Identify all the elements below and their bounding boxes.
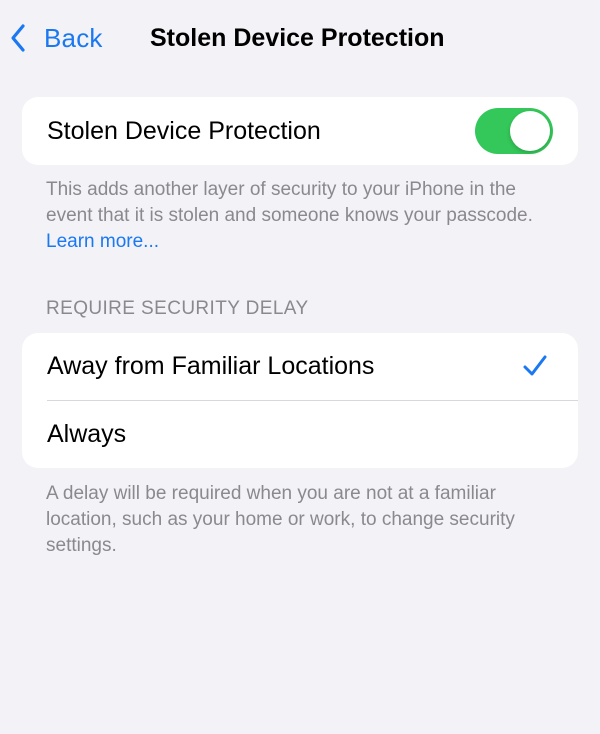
- option-label: Always: [47, 420, 127, 448]
- back-button[interactable]: Back: [10, 18, 103, 58]
- protection-footer-text: This adds another layer of security to y…: [46, 179, 533, 226]
- protection-description: This adds another layer of security to y…: [46, 177, 566, 255]
- option-label: Away from Familiar Locations: [47, 352, 375, 380]
- security-delay-description: A delay will be required when you are no…: [46, 483, 515, 556]
- option-always[interactable]: Always: [22, 401, 578, 468]
- protection-label: Stolen Device Protection: [47, 116, 321, 145]
- security-delay-header: REQUIRE SECURITY DELAY: [46, 298, 309, 319]
- chevron-left-icon: [11, 24, 25, 52]
- learn-more-link[interactable]: Learn more...: [46, 231, 159, 252]
- protection-toggle[interactable]: [475, 108, 553, 154]
- page-title: Stolen Device Protection: [150, 24, 445, 52]
- security-delay-card: Away from Familiar Locations Always: [22, 333, 578, 468]
- option-away-from-familiar-locations[interactable]: Away from Familiar Locations: [22, 333, 578, 400]
- protection-row: Stolen Device Protection: [22, 97, 578, 165]
- protection-card: Stolen Device Protection: [22, 97, 578, 165]
- navigation-bar: Back Stolen Device Protection: [0, 0, 600, 74]
- checkmark-icon: [523, 355, 547, 376]
- toggle-knob: [510, 111, 550, 151]
- back-label: Back: [44, 22, 103, 53]
